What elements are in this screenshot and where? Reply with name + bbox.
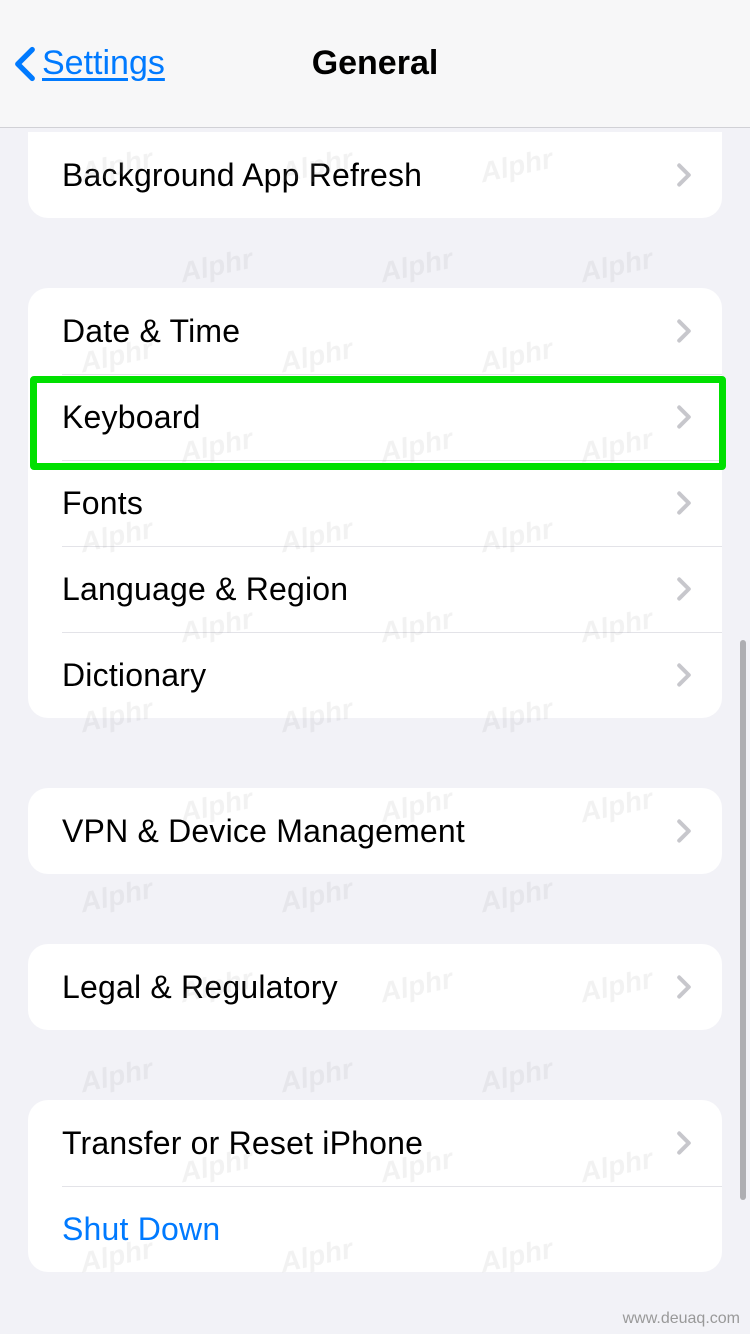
row-legal-regulatory[interactable]: Legal & Regulatory xyxy=(28,944,722,1030)
chevron-right-icon xyxy=(676,1130,692,1156)
row-shut-down[interactable]: Shut Down xyxy=(28,1186,722,1272)
row-label: Dictionary xyxy=(62,657,206,694)
row-label: Fonts xyxy=(62,485,143,522)
row-background-app-refresh[interactable]: Background App Refresh xyxy=(28,132,722,218)
chevron-right-icon xyxy=(676,404,692,430)
row-fonts[interactable]: Fonts xyxy=(28,460,722,546)
content-area: Background App Refresh Date & Time Keybo… xyxy=(0,132,750,1272)
row-label: Transfer or Reset iPhone xyxy=(62,1125,423,1162)
scrollbar[interactable] xyxy=(740,640,746,1200)
row-label: Legal & Regulatory xyxy=(62,969,338,1006)
chevron-right-icon xyxy=(676,576,692,602)
settings-group: Date & Time Keyboard Fonts Language & Re… xyxy=(28,288,722,718)
row-date-time[interactable]: Date & Time xyxy=(28,288,722,374)
chevron-right-icon xyxy=(676,318,692,344)
row-label: Shut Down xyxy=(62,1211,220,1248)
chevron-left-icon xyxy=(14,46,36,82)
row-dictionary[interactable]: Dictionary xyxy=(28,632,722,718)
settings-group: Transfer or Reset iPhone Shut Down xyxy=(28,1100,722,1272)
row-keyboard[interactable]: Keyboard xyxy=(28,374,722,460)
row-label: VPN & Device Management xyxy=(62,813,465,850)
chevron-right-icon xyxy=(676,818,692,844)
settings-group: Legal & Regulatory xyxy=(28,944,722,1030)
row-vpn-device-management[interactable]: VPN & Device Management xyxy=(28,788,722,874)
row-label: Date & Time xyxy=(62,313,240,350)
footer-url: www.deuaq.com xyxy=(623,1310,740,1328)
chevron-right-icon xyxy=(676,974,692,1000)
chevron-right-icon xyxy=(676,162,692,188)
row-label: Background App Refresh xyxy=(62,157,422,194)
page-title: General xyxy=(312,44,439,83)
row-label: Language & Region xyxy=(62,571,348,608)
settings-group: VPN & Device Management xyxy=(28,788,722,874)
back-label: Settings xyxy=(42,44,165,83)
navigation-bar: Settings General xyxy=(0,0,750,128)
row-label: Keyboard xyxy=(62,399,201,436)
row-language-region[interactable]: Language & Region xyxy=(28,546,722,632)
row-transfer-reset-iphone[interactable]: Transfer or Reset iPhone xyxy=(28,1100,722,1186)
back-button[interactable]: Settings xyxy=(14,44,165,83)
settings-group: Background App Refresh xyxy=(28,132,722,218)
chevron-right-icon xyxy=(676,662,692,688)
chevron-right-icon xyxy=(676,490,692,516)
